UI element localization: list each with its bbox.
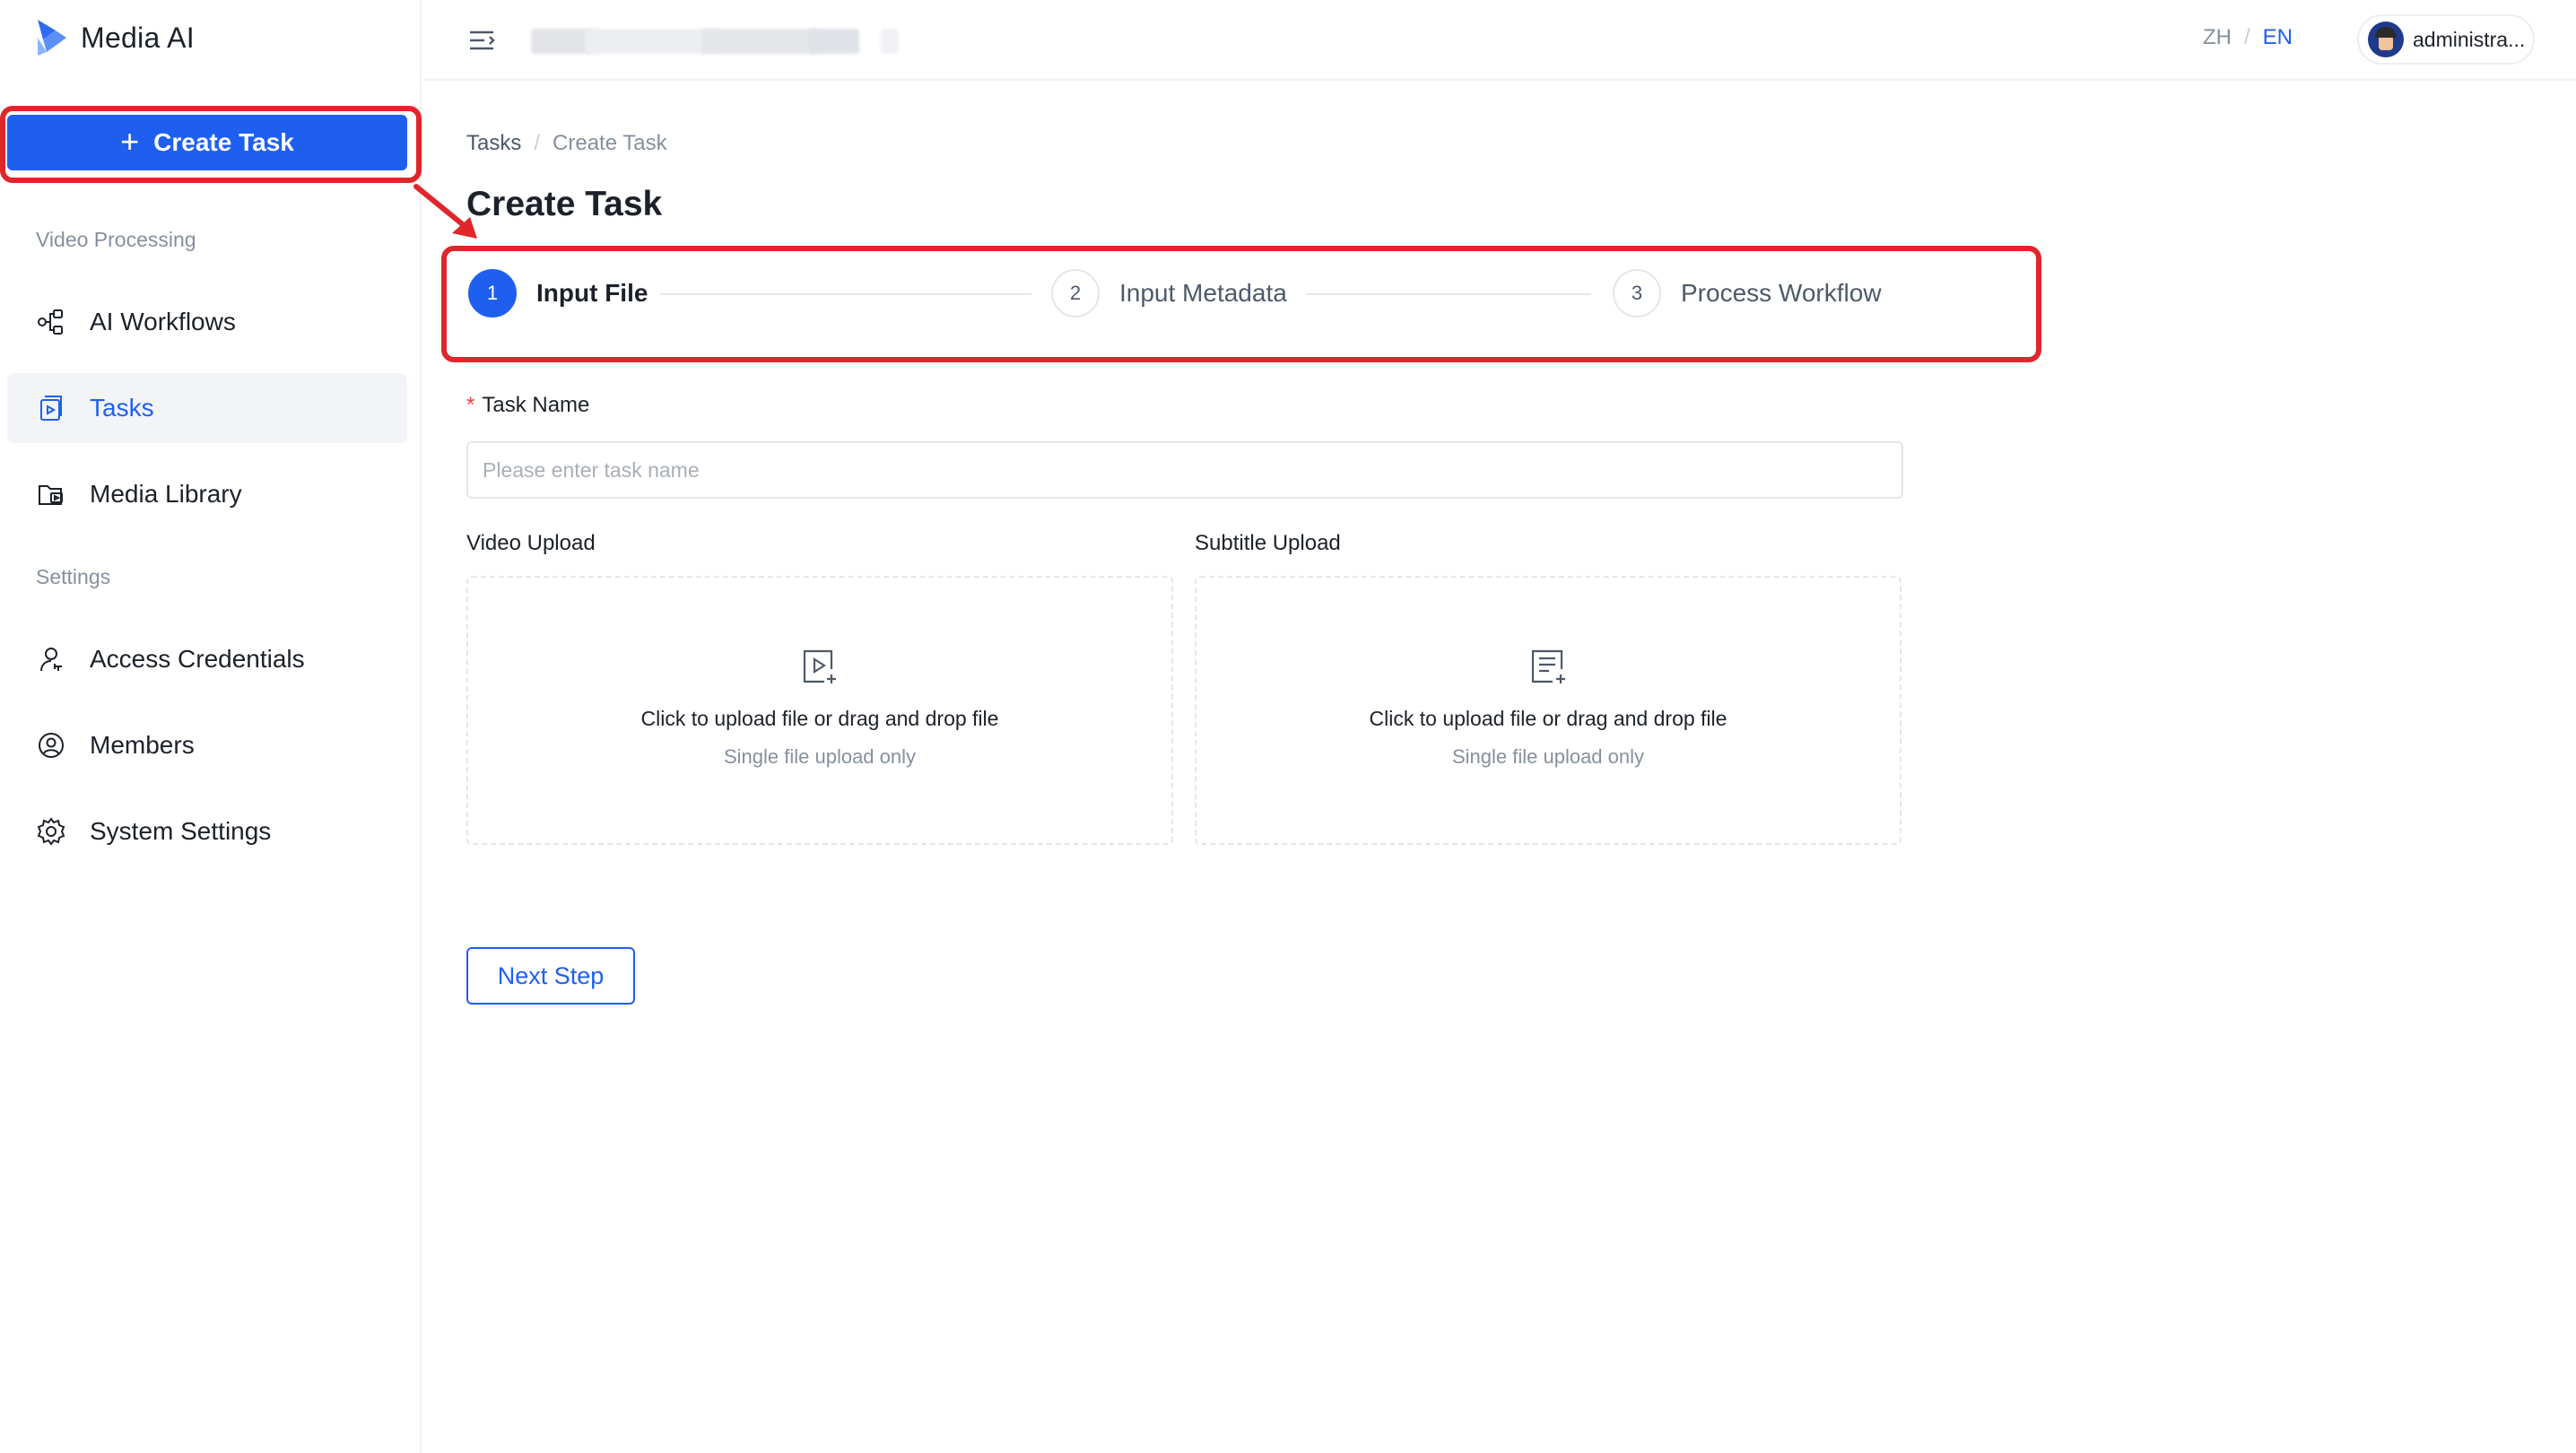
- task-name-label-text: Task Name: [482, 393, 590, 417]
- app-logo[interactable]: Media AI: [34, 14, 195, 61]
- logo-icon: [38, 20, 66, 56]
- next-step-button[interactable]: Next Step: [466, 947, 635, 1005]
- sidebar-item-label: Members: [90, 731, 195, 759]
- task-name-input[interactable]: [466, 441, 1903, 499]
- media-library-icon: [39, 485, 63, 505]
- subtitle-upload-icon: [1531, 649, 1565, 683]
- video-upload-dropzone[interactable]: Click to upload file or drag and drop fi…: [466, 576, 1173, 845]
- upload-instruction: Click to upload file or drag and drop fi…: [640, 707, 999, 730]
- step-number: 1: [468, 269, 517, 318]
- sidebar-item-ai-workflows[interactable]: AI Workflows: [7, 287, 407, 357]
- task-name-label: * Task Name: [466, 393, 589, 418]
- subtitle-upload-dropzone[interactable]: Click to upload file or drag and drop fi…: [1195, 576, 1902, 845]
- breadcrumb-separator: /: [534, 131, 541, 155]
- step-indicator: 1 Input File 2 Input Metadata 3 Process …: [468, 269, 1975, 323]
- top-header: ZH / EN administra...: [423, 0, 2576, 81]
- sidebar: Media AI + Create Task Video Processing …: [0, 0, 422, 1453]
- menu-collapse-icon[interactable]: [466, 25, 499, 56]
- tasks-icon: [40, 396, 62, 421]
- app-name: Media AI: [81, 21, 195, 54]
- step-number: 3: [1613, 269, 1661, 318]
- main-content: Tasks / Create Task Create Task 1 Input …: [423, 83, 2576, 1453]
- page-title: Create Task: [466, 185, 663, 223]
- lang-separator: /: [2244, 25, 2250, 49]
- video-upload-icon: [803, 649, 836, 683]
- subtitle-upload-label: Subtitle Upload: [1195, 531, 1341, 555]
- key-user-icon: [40, 648, 62, 672]
- plus-icon: +: [120, 122, 140, 160]
- upload-instruction: Click to upload file or drag and drop fi…: [1369, 707, 1727, 730]
- required-mark: *: [466, 393, 475, 417]
- step-label: Input File: [536, 279, 648, 307]
- gear-icon: [37, 817, 65, 846]
- lang-en-option[interactable]: EN: [2263, 25, 2293, 50]
- upload-hint: Single file upload only: [723, 745, 917, 768]
- sidebar-item-tasks[interactable]: Tasks: [7, 373, 407, 443]
- language-switcher: ZH / EN: [2203, 25, 2293, 50]
- sidebar-item-media-library[interactable]: Media Library: [7, 459, 407, 529]
- breadcrumb: Tasks / Create Task: [466, 131, 667, 156]
- lang-zh-option[interactable]: ZH: [2203, 25, 2232, 50]
- step-label: Process Workflow: [1681, 279, 1882, 307]
- sidebar-item-system-settings[interactable]: System Settings: [7, 796, 407, 866]
- avatar: [2368, 22, 2404, 57]
- sidebar-item-label: System Settings: [90, 817, 272, 845]
- create-task-label: Create Task: [153, 128, 294, 156]
- step-input-metadata: 2 Input Metadata: [1051, 269, 1287, 318]
- redacted-block: [809, 29, 859, 54]
- step-number: 2: [1051, 269, 1100, 318]
- members-icon: [39, 733, 64, 758]
- breadcrumb-current: Create Task: [553, 131, 667, 155]
- section-settings: Settings: [36, 565, 111, 588]
- section-video-processing: Video Processing: [36, 228, 196, 251]
- sidebar-item-access-credentials[interactable]: Access Credentials: [7, 624, 407, 694]
- step-connector: [1306, 293, 1591, 295]
- redacted-block: [585, 29, 719, 54]
- sidebar-item-label: Media Library: [90, 480, 242, 508]
- sidebar-item-label: Tasks: [90, 394, 154, 422]
- redacted-block: [701, 29, 818, 54]
- user-menu[interactable]: administra...: [2357, 14, 2535, 65]
- video-upload-label: Video Upload: [466, 531, 596, 555]
- step-input-file: 1 Input File: [468, 269, 648, 318]
- step-process-workflow: 3 Process Workflow: [1613, 269, 1882, 318]
- breadcrumb-tasks-link[interactable]: Tasks: [466, 131, 521, 156]
- sidebar-item-label: Access Credentials: [90, 645, 305, 673]
- step-connector: [660, 293, 1031, 295]
- app-root: Media AI + Create Task Video Processing …: [0, 0, 2576, 1453]
- step-label: Input Metadata: [1119, 279, 1287, 307]
- sidebar-item-label: AI Workflows: [90, 308, 236, 335]
- upload-hint: Single file upload only: [1451, 745, 1645, 768]
- redacted-block: [881, 29, 899, 54]
- workflow-icon: [38, 309, 63, 335]
- sidebar-item-members[interactable]: Members: [7, 710, 407, 780]
- create-task-button[interactable]: + Create Task: [7, 115, 407, 170]
- user-name: administra...: [2413, 27, 2526, 51]
